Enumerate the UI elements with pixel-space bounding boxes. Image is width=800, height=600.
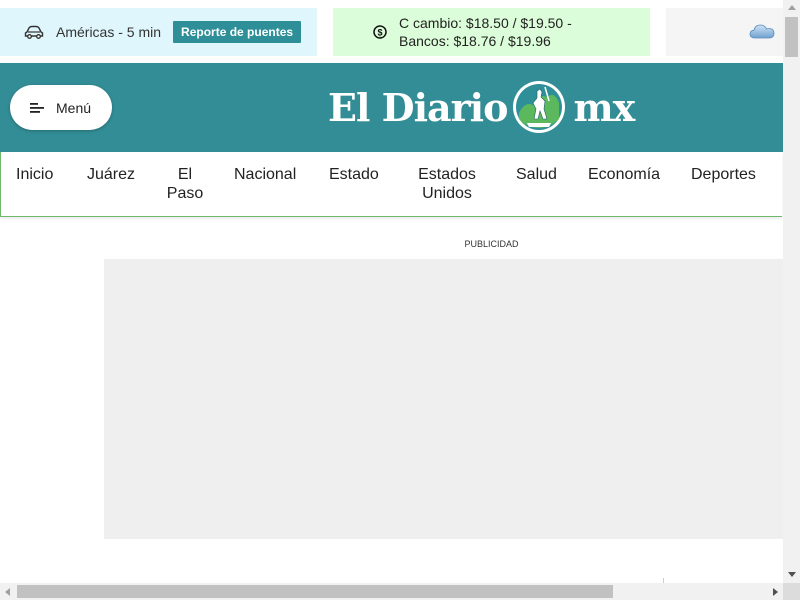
cloud-icon <box>749 24 775 39</box>
site-logo[interactable]: El Diario mx <box>328 77 635 137</box>
scroll-down-arrow-icon[interactable] <box>788 572 796 577</box>
menu-icon <box>30 102 44 113</box>
bridge-wait-time: Américas - 5 min <box>56 24 162 40</box>
logo-text-left: El Diario <box>328 84 508 130</box>
vertical-scroll-thumb[interactable] <box>785 17 798 57</box>
car-icon <box>24 25 44 39</box>
nav-item-inicio[interactable]: Inicio <box>16 165 53 184</box>
horizontal-scrollbar[interactable] <box>0 583 783 600</box>
nav-item-estados-unidos[interactable]: Estados Unidos <box>413 165 481 203</box>
nav-item-salud[interactable]: Salud <box>516 165 557 184</box>
svg-text:$: $ <box>377 27 382 37</box>
nav-item-economia[interactable]: Economía <box>588 165 660 184</box>
nav-item-juarez[interactable]: Juárez <box>87 165 135 184</box>
scrollbar-corner <box>783 583 800 600</box>
logo-emblem-icon <box>513 81 566 133</box>
exchange-rate-line-2: Bancos: $18.76 / $19.96 <box>399 33 551 49</box>
dollar-icon: $ <box>373 25 387 39</box>
vertical-scrollbar[interactable] <box>783 0 800 583</box>
nav-item-estado[interactable]: Estado <box>329 165 379 184</box>
bridge-report-button[interactable]: Reporte de puentes <box>173 21 302 43</box>
nav-item-deportes[interactable]: Deportes <box>691 165 756 184</box>
traffic-card: Américas - 5 min Reporte de puentes <box>0 8 317 56</box>
main-nav: Inicio Juárez El Paso Nacional Estado Es… <box>0 152 782 217</box>
menu-label: Menú <box>56 99 92 116</box>
nav-item-el-paso[interactable]: El Paso <box>163 165 207 203</box>
exchange-rate-text: C cambio: $18.50 / $19.50 - Bancos: $18.… <box>399 14 572 50</box>
ad-placeholder <box>104 259 783 539</box>
horizontal-scroll-thumb[interactable] <box>17 585 613 598</box>
exchange-rate-card: $ C cambio: $18.50 / $19.50 - Bancos: $1… <box>333 8 650 56</box>
nav-item-nacional[interactable]: Nacional <box>234 165 296 184</box>
top-info-bar: Américas - 5 min Reporte de puentes $ C … <box>0 0 783 63</box>
weather-card[interactable] <box>666 8 783 56</box>
scroll-left-arrow-icon[interactable] <box>5 588 10 596</box>
menu-button[interactable]: Menú <box>10 85 112 130</box>
scroll-right-arrow-icon[interactable] <box>773 588 778 596</box>
ad-label: PUBLICIDAD <box>464 239 519 249</box>
scroll-up-arrow-icon[interactable] <box>788 5 796 10</box>
logo-text-right: mx <box>573 84 635 130</box>
site-header: Menú El Diario mx <box>0 63 783 152</box>
exchange-rate-line-1: C cambio: $18.50 / $19.50 - <box>399 15 572 31</box>
